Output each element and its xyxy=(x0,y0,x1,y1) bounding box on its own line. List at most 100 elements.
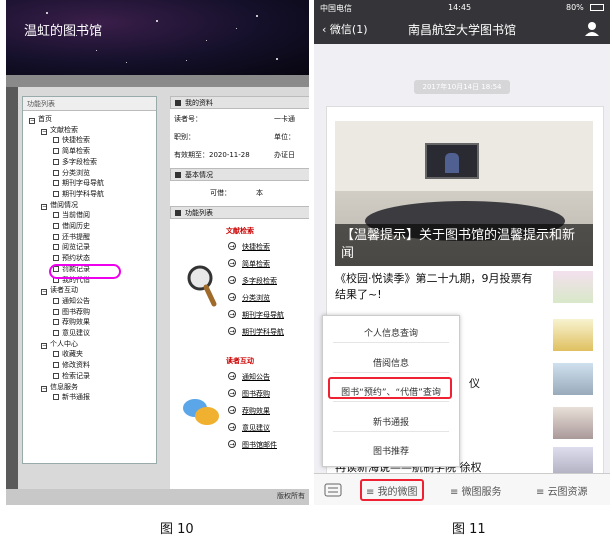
function-link[interactable]: 期刊学科导航 xyxy=(242,327,284,337)
function-link[interactable]: 图书馆邮件 xyxy=(242,440,277,450)
wechat-phone-screenshot: 中国电信 14:45 80% ‹ 微信(1) 南昌航空大学图书馆 2017年10… xyxy=(314,0,610,505)
tree-item[interactable]: 期刊字母导航 xyxy=(53,179,104,188)
site-title: 温虹的图书馆 xyxy=(24,24,103,39)
partial-article-text: 仪 xyxy=(469,377,480,390)
function-link[interactable]: 通知公告 xyxy=(242,372,270,382)
tree-toggle-icon xyxy=(53,158,59,165)
function-link[interactable]: 荐购效果 xyxy=(242,406,270,416)
tree-item[interactable]: 通知公告 xyxy=(53,297,90,306)
arrow-icon: → xyxy=(228,406,236,414)
function-link[interactable]: 快捷检索 xyxy=(242,242,270,252)
title-label: 职别： xyxy=(174,133,195,141)
tree-toggle-icon xyxy=(53,330,59,336)
tree-item[interactable]: 借阅历史 xyxy=(53,222,90,231)
tree-toggle-icon: − xyxy=(41,202,48,210)
news-caption: 【温馨提示】关于图书馆的温馨提示和新闻 xyxy=(335,224,593,266)
tree-item[interactable]: 意见建议 xyxy=(53,329,90,338)
function-link[interactable]: 简单检索 xyxy=(242,259,270,269)
arrow-icon: → xyxy=(228,372,236,380)
menu-item[interactable]: 个人信息查询 xyxy=(323,326,459,339)
tree-item[interactable]: 期刊学科导航 xyxy=(53,190,104,199)
tree-item[interactable]: − 个人中心 xyxy=(41,340,78,349)
article-thumbnail[interactable] xyxy=(553,271,593,303)
status-bar: 中国电信 14:45 80% xyxy=(314,0,610,16)
arrow-icon: → xyxy=(228,293,236,301)
article-thumbnail[interactable] xyxy=(553,319,593,351)
tree-item[interactable]: 预约状态 xyxy=(53,254,90,263)
tree-toggle-icon: − xyxy=(29,117,36,124)
function-link[interactable]: 多字段检索 xyxy=(242,276,277,286)
tree-toggle-icon: − xyxy=(41,341,48,349)
tree-item[interactable]: 快捷检索 xyxy=(53,136,90,145)
tree-item[interactable]: 修改资料 xyxy=(53,361,90,370)
function-link[interactable]: 图书荐购 xyxy=(242,389,270,399)
tree-item[interactable]: 检索记录 xyxy=(53,372,90,381)
menu-item[interactable]: 图书推荐 xyxy=(323,444,459,457)
tree-toggle-icon xyxy=(53,255,59,262)
tree-item[interactable]: 收藏夹 xyxy=(53,350,83,359)
info-header: 我的资料 xyxy=(170,96,309,109)
menu-item[interactable]: 借阅信息 xyxy=(323,356,459,369)
function-tree: 功能列表 − 首页 − 文献检索 快捷检索简单检索多字段检索分类浏览 期刊字母导航 期刊学科… xyxy=(22,96,157,464)
arrow-icon: → xyxy=(228,389,236,397)
battery-text: 80% xyxy=(566,3,584,12)
article-thumbnail[interactable] xyxy=(553,407,593,439)
magnifier-icon xyxy=(187,265,217,307)
keyboard-icon[interactable] xyxy=(324,483,342,497)
menu-divider xyxy=(333,401,449,402)
menu-cloud-resources[interactable]: ≡ 云图资源 xyxy=(536,483,588,498)
footer: 版权所有 xyxy=(6,489,309,505)
highlight-my-proxy-borrow xyxy=(49,264,121,279)
time-text: 14:45 xyxy=(448,3,472,12)
tree-toggle-icon xyxy=(53,351,59,358)
carrier-text: 中国电信 xyxy=(320,4,352,13)
tree-item[interactable]: − 借阅情况 xyxy=(41,201,78,210)
borrowable-unit: 本 xyxy=(256,189,263,197)
tree-header: 功能列表 xyxy=(23,97,156,111)
tree-item[interactable]: 分类浏览 xyxy=(53,169,90,178)
tree-toggle-icon: − xyxy=(41,384,48,392)
borrowable-label: 可借： xyxy=(210,189,231,197)
tree-item[interactable]: 图书荐购 xyxy=(53,308,90,317)
menu-divider xyxy=(333,371,449,373)
tree-item[interactable]: 当前借阅 xyxy=(53,211,90,220)
tree-toggle-icon xyxy=(53,212,59,219)
section-retrieval-title: 文献检索 xyxy=(226,227,254,235)
arrow-icon: → xyxy=(228,276,236,284)
arrow-icon: → xyxy=(228,327,236,335)
arrow-icon: → xyxy=(228,423,236,431)
tree-toggle-icon xyxy=(53,372,59,379)
chat-bubbles-icon xyxy=(183,399,219,425)
tree-toggle-icon xyxy=(53,169,59,176)
section-interaction-title: 读者互动 xyxy=(226,357,254,365)
person-icon[interactable] xyxy=(584,21,600,37)
tree-toggle-icon xyxy=(53,244,59,251)
function-link[interactable]: 意见建议 xyxy=(242,423,270,433)
menu-item[interactable]: 新书通报 xyxy=(323,415,459,428)
tree-item[interactable]: − 文献检索 xyxy=(41,126,78,135)
tree-item[interactable]: − 信息服务 xyxy=(41,383,78,392)
news-photo[interactable]: 【温馨提示】关于图书馆的温馨提示和新闻 xyxy=(335,121,593,266)
tree-toggle-icon xyxy=(53,297,59,304)
tree-item[interactable]: − 读者互动 xyxy=(41,286,78,296)
tree-item[interactable]: 简单检索 xyxy=(53,147,90,156)
article-title[interactable]: 《校园·悦读季》第二十九期，9月投票有结果了~! xyxy=(335,271,535,303)
reader-id-label: 读者号： xyxy=(174,115,202,123)
menu-micro-library-service[interactable]: ≡ 微图服务 xyxy=(450,483,502,498)
menu-divider xyxy=(333,430,449,432)
function-link[interactable]: 期刊字母导航 xyxy=(242,310,284,320)
banner: 温虹的图书馆 xyxy=(6,0,309,75)
expiry-label: 有效期至：2020-11-28 xyxy=(174,151,250,159)
tree-item[interactable]: 还书提醒 xyxy=(53,233,90,242)
tree-toggle-icon xyxy=(53,223,59,229)
content-panel: 我的资料 读者号： 一卡通 职别： 单位： 有效期至：2020-11-28 办证… xyxy=(170,96,309,489)
tree-item[interactable]: 新书通报 xyxy=(53,393,90,402)
article-thumbnail[interactable] xyxy=(553,363,593,395)
tree-item[interactable]: 荐购效果 xyxy=(53,318,90,327)
tree-toggle-icon xyxy=(53,319,59,326)
function-link[interactable]: 分类浏览 xyxy=(242,293,270,303)
tree-item[interactable]: − 首页 xyxy=(29,115,52,124)
tree-toggle-icon xyxy=(53,233,59,240)
tree-item[interactable]: 阅览记录 xyxy=(53,243,90,252)
tree-item[interactable]: 多字段检索 xyxy=(53,158,97,167)
